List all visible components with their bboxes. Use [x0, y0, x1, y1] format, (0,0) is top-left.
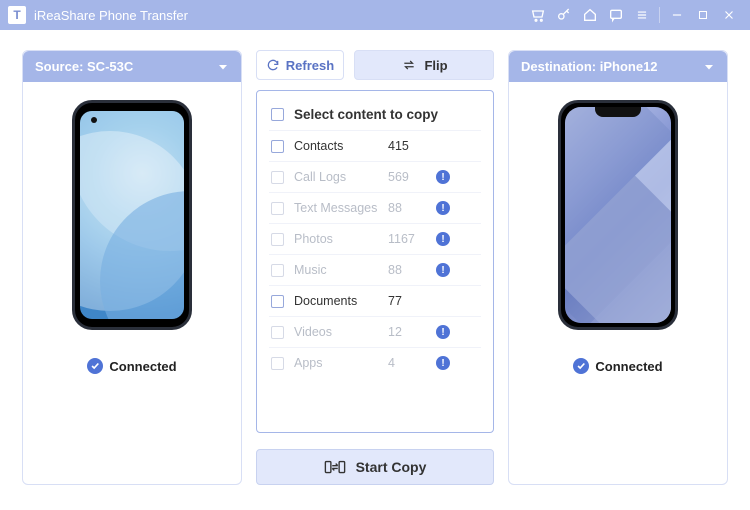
- content-list: Select content to copy Contacts415Call L…: [256, 90, 494, 433]
- feedback-icon[interactable]: [605, 4, 627, 26]
- home-icon[interactable]: [579, 4, 601, 26]
- source-label: Source: SC-53C: [35, 59, 133, 74]
- titlebar-divider: [659, 7, 660, 23]
- item-count: 569: [388, 170, 428, 184]
- item-label: Photos: [294, 232, 388, 246]
- start-copy-label: Start Copy: [356, 459, 427, 475]
- item-checkbox: [271, 264, 284, 277]
- destination-panel: Destination: iPhone12 Connected: [508, 50, 728, 485]
- list-header-label: Select content to copy: [294, 107, 438, 122]
- refresh-icon: [266, 58, 280, 72]
- destination-status-text: Connected: [595, 359, 662, 374]
- cart-icon[interactable]: [527, 4, 549, 26]
- warning-icon: !: [436, 201, 450, 215]
- item-checkbox: [271, 326, 284, 339]
- chevron-down-icon[interactable]: [217, 61, 229, 73]
- select-all-checkbox[interactable]: [271, 108, 284, 121]
- list-item: Apps4!: [269, 347, 481, 378]
- item-label: Call Logs: [294, 170, 388, 184]
- close-icon[interactable]: [718, 4, 740, 26]
- list-item: Photos1167!: [269, 223, 481, 254]
- item-label: Documents: [294, 294, 388, 308]
- list-item: Call Logs569!: [269, 161, 481, 192]
- destination-header[interactable]: Destination: iPhone12: [509, 51, 727, 82]
- list-item: Videos12!: [269, 316, 481, 347]
- item-count: 1167: [388, 232, 428, 246]
- maximize-icon[interactable]: [692, 4, 714, 26]
- refresh-button[interactable]: Refresh: [256, 50, 344, 80]
- list-item: Text Messages88!: [269, 192, 481, 223]
- source-header[interactable]: Source: SC-53C: [23, 51, 241, 82]
- app-logo: T: [8, 6, 26, 24]
- destination-status: Connected: [573, 358, 662, 374]
- refresh-label: Refresh: [286, 58, 334, 73]
- item-count: 12: [388, 325, 428, 339]
- titlebar: T iReaShare Phone Transfer: [0, 0, 750, 30]
- chevron-down-icon[interactable]: [703, 61, 715, 73]
- start-copy-button[interactable]: Start Copy: [256, 449, 494, 485]
- source-panel: Source: SC-53C Connected: [22, 50, 242, 485]
- minimize-icon[interactable]: [666, 4, 688, 26]
- item-label: Contacts: [294, 139, 388, 153]
- item-count: 4: [388, 356, 428, 370]
- flip-label: Flip: [424, 58, 447, 73]
- item-checkbox: [271, 357, 284, 370]
- source-device-image: [72, 100, 192, 330]
- source-status-text: Connected: [109, 359, 176, 374]
- warning-icon: !: [436, 356, 450, 370]
- item-label: Apps: [294, 356, 388, 370]
- key-icon[interactable]: [553, 4, 575, 26]
- item-checkbox[interactable]: [271, 140, 284, 153]
- item-label: Text Messages: [294, 201, 388, 215]
- destination-device-image: [558, 100, 678, 330]
- item-label: Videos: [294, 325, 388, 339]
- item-checkbox: [271, 233, 284, 246]
- app-title: iReaShare Phone Transfer: [34, 8, 188, 23]
- list-item[interactable]: Documents77: [269, 285, 481, 316]
- source-status: Connected: [87, 358, 176, 374]
- warning-icon: !: [436, 263, 450, 277]
- swap-icon: [400, 58, 418, 72]
- warning-icon: !: [436, 325, 450, 339]
- flip-button[interactable]: Flip: [354, 50, 494, 80]
- item-count: 88: [388, 263, 428, 277]
- warning-icon: !: [436, 170, 450, 184]
- list-header: Select content to copy: [269, 101, 481, 130]
- menu-icon[interactable]: [631, 4, 653, 26]
- warning-icon: !: [436, 232, 450, 246]
- list-item: Music88!: [269, 254, 481, 285]
- main-area: Source: SC-53C Connected: [0, 30, 750, 510]
- center-column: Refresh Flip Select content to copy Cont…: [256, 50, 494, 485]
- list-item[interactable]: Contacts415: [269, 130, 481, 161]
- item-checkbox[interactable]: [271, 295, 284, 308]
- item-count: 88: [388, 201, 428, 215]
- item-count: 77: [388, 294, 428, 308]
- transfer-icon: [324, 458, 346, 476]
- item-checkbox: [271, 202, 284, 215]
- destination-label: Destination: iPhone12: [521, 59, 658, 74]
- item-label: Music: [294, 263, 388, 277]
- check-icon: [573, 358, 589, 374]
- item-checkbox: [271, 171, 284, 184]
- check-icon: [87, 358, 103, 374]
- item-count: 415: [388, 139, 428, 153]
